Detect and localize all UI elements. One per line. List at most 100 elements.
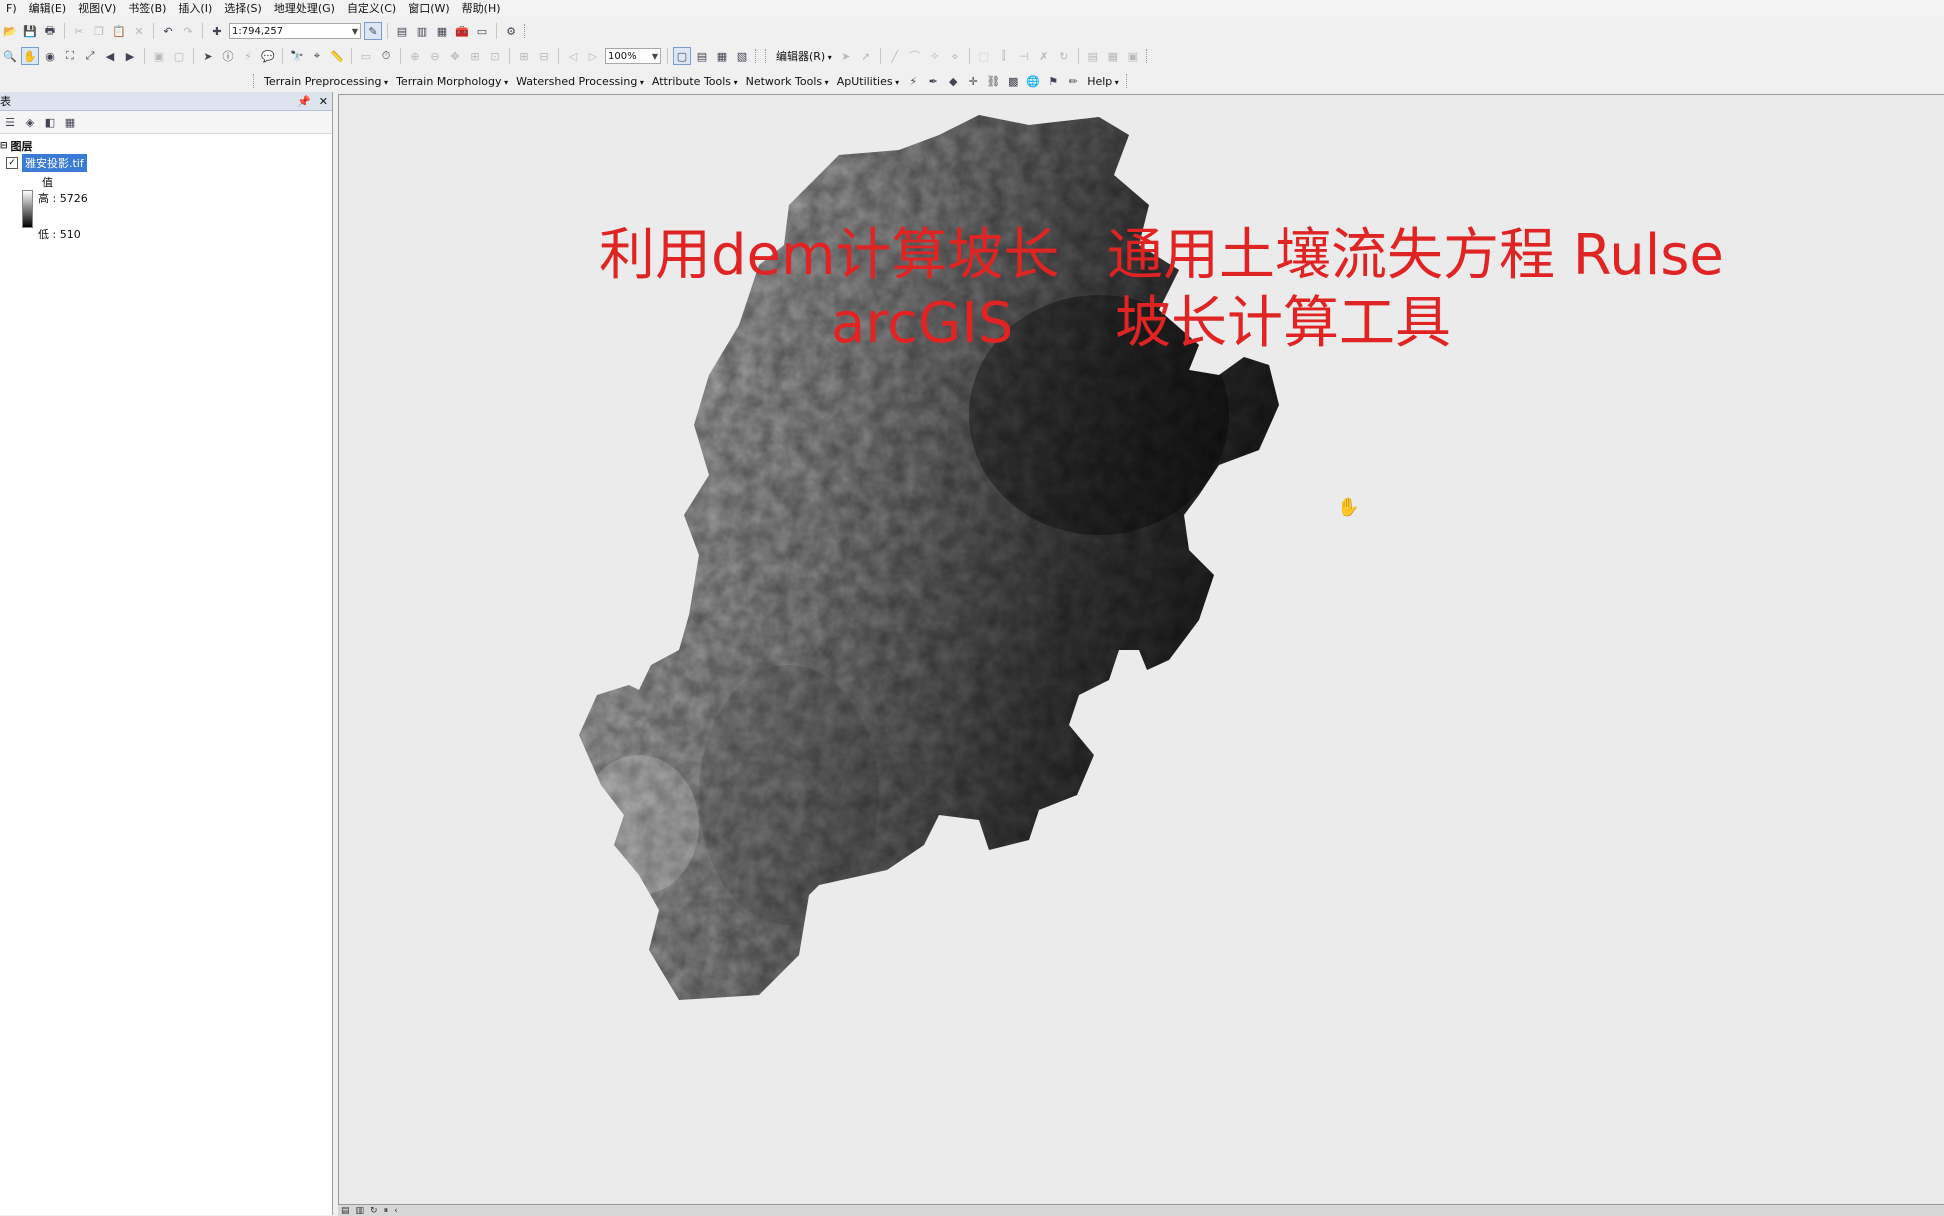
catalog-icon[interactable]: ▥ [413, 22, 431, 40]
python-window-icon[interactable]: ▭ [473, 22, 491, 40]
menu-selection[interactable]: 选择(S) [218, 0, 268, 16]
options-icon[interactable]: ▦ [61, 113, 79, 131]
focus-frame-icon[interactable]: ▤ [693, 47, 711, 65]
menu-insert[interactable]: 插入(I) [172, 0, 218, 16]
layout-back-icon[interactable]: ◁ [564, 47, 582, 65]
change-layout-icon[interactable]: ▦ [713, 47, 731, 65]
layout-pan-icon[interactable]: ✥ [446, 47, 464, 65]
attributes-icon[interactable]: ▤ [1084, 47, 1102, 65]
table-of-contents-icon[interactable]: ▤ [393, 22, 411, 40]
refresh-icon[interactable]: ↻ [367, 1206, 381, 1216]
toolbar-grip[interactable] [765, 49, 769, 63]
attribute-tools-menu[interactable]: Attribute Tools [648, 75, 742, 88]
pencil-icon[interactable]: ✏ [1064, 72, 1082, 90]
fixed-zoom-icon[interactable]: ⤢ [81, 47, 99, 65]
menu-customize[interactable]: 自定义(C) [341, 0, 402, 16]
paste-icon[interactable]: 📋 [110, 22, 128, 40]
hyperlink-icon[interactable]: ⚡ [239, 47, 257, 65]
straight-segment-icon[interactable]: ╱ [886, 47, 904, 65]
toolbar-grip[interactable] [755, 49, 759, 63]
forward-arrow-icon[interactable]: ▶ [121, 47, 139, 65]
crosshair-icon[interactable]: ✛ [964, 72, 982, 90]
search-window-icon[interactable]: ▦ [433, 22, 451, 40]
menu-windows[interactable]: 窗口(W) [402, 0, 455, 16]
zoom-100-icon[interactable]: ⊡ [486, 47, 504, 65]
flow-trace-icon[interactable]: ⚡ [904, 72, 922, 90]
aputilities-menu[interactable]: ApUtilities [833, 75, 903, 88]
cut-polygons-icon[interactable]: ⊣ [1015, 47, 1033, 65]
identify-icon[interactable]: ⓘ [219, 47, 237, 65]
pause-drawing-icon[interactable]: ⏸ [381, 1206, 392, 1216]
menu-geoprocessing[interactable]: 地理处理(G) [268, 0, 341, 16]
layer-name[interactable]: 雅安投影.tif [22, 154, 87, 172]
end-point-arc-icon[interactable]: ⌒ [906, 47, 924, 65]
network-icon[interactable]: ⛓ [984, 72, 1002, 90]
save-icon[interactable]: 💾 [21, 22, 39, 40]
print-icon[interactable]: 🖶 [41, 22, 59, 40]
map-scale-combo[interactable]: 1:794,257 ▼ [229, 23, 361, 39]
terrain-preprocessing-menu[interactable]: Terrain Preprocessing [260, 75, 392, 88]
globe-icon[interactable]: ◉ [41, 47, 59, 65]
globe-icon[interactable]: 🌐 [1024, 72, 1042, 90]
delete-icon[interactable]: ✕ [130, 22, 148, 40]
watershed-processing-menu[interactable]: Watershed Processing [512, 75, 648, 88]
layer-select-icon[interactable]: ▣ [150, 47, 168, 65]
scroll-left-icon[interactable]: ‹ [391, 1206, 401, 1216]
toolbar-grip[interactable] [1145, 49, 1150, 63]
layout-icon[interactable]: ▭ [357, 47, 375, 65]
batch-point-icon[interactable]: ✒ [924, 72, 942, 90]
grid-icon[interactable]: ▩ [1004, 72, 1022, 90]
map-display[interactable]: 利用dem计算坡长 arcGIS 通用土壤流失方程 Rulse 坡长计算工具 ✋ [338, 94, 1944, 1206]
data-view-icon[interactable]: ▤ [338, 1206, 353, 1216]
pin-icon[interactable]: 📌 [297, 95, 311, 108]
menu-view[interactable]: 视图(V) [72, 0, 122, 16]
editor-toolbar-icon[interactable]: ✎ [364, 22, 382, 40]
redo-icon[interactable]: ↷ [179, 22, 197, 40]
select-icon[interactable]: ➤ [199, 47, 217, 65]
list-by-drawing-order-icon[interactable]: ☰ [1, 113, 19, 131]
menu-file[interactable]: F) [0, 2, 23, 15]
edit-tool-icon[interactable]: ➤ [837, 47, 855, 65]
toolbar-grip[interactable] [524, 24, 528, 38]
full-extent-icon[interactable]: ⛶ [61, 47, 79, 65]
menu-bookmarks[interactable]: 书签(B) [122, 0, 172, 16]
split-icon[interactable]: ✗ [1035, 47, 1053, 65]
editor-menu[interactable]: 编辑器(R) [772, 48, 836, 64]
time-slider-icon[interactable]: ⏱ [377, 47, 395, 65]
edit-vertices-icon[interactable]: ⬚ [975, 47, 993, 65]
toolbar-grip[interactable] [1125, 74, 1130, 88]
layout-forward-icon[interactable]: ▷ [584, 47, 602, 65]
list-by-visibility-icon[interactable]: ◧ [41, 113, 59, 131]
undo-icon[interactable]: ↶ [159, 22, 177, 40]
layout-zoom-out-icon[interactable]: ⊖ [426, 47, 444, 65]
add-data-icon[interactable]: ✚ [208, 22, 226, 40]
copy-icon[interactable]: ❐ [90, 22, 108, 40]
point-icon[interactable]: ⋄ [946, 47, 964, 65]
zoom-whole-page-icon[interactable]: ⊞ [466, 47, 484, 65]
menu-help[interactable]: 帮助(H) [456, 0, 507, 16]
list-by-source-icon[interactable]: ◈ [21, 113, 39, 131]
layers-node[interactable]: ⊟ 图层 [0, 138, 33, 154]
pan-icon[interactable]: ✋ [21, 47, 39, 65]
zoom-icon[interactable]: 🔍 [1, 47, 19, 65]
layer-visibility-checkbox[interactable]: ✓ [6, 157, 18, 169]
find-icon[interactable]: 🔭 [288, 47, 306, 65]
point-delineation-icon[interactable]: ◆ [944, 72, 962, 90]
expand-icon[interactable]: ⊟ [0, 141, 8, 151]
layer-row[interactable]: ✓ 雅安投影.tif [6, 154, 87, 172]
sketch-properties-icon[interactable]: ▦ [1104, 47, 1122, 65]
toggle-draft-mode-icon[interactable]: ▢ [673, 47, 691, 65]
measure-icon[interactable]: 📏 [328, 47, 346, 65]
rotate-icon[interactable]: ↻ [1055, 47, 1073, 65]
menu-edit[interactable]: 编辑(E) [23, 0, 73, 16]
layout-view-icon[interactable]: ▥ [353, 1206, 368, 1216]
flag-icon[interactable]: ⚑ [1044, 72, 1062, 90]
reshape-icon[interactable]: ⫿ [995, 47, 1013, 65]
open-icon[interactable]: 📂 [1, 22, 19, 40]
html-popup-icon[interactable]: 💬 [259, 47, 277, 65]
network-tools-menu[interactable]: Network Tools [742, 75, 833, 88]
toolbar-grip[interactable] [253, 74, 257, 88]
trace-icon[interactable]: ⟡ [926, 47, 944, 65]
goto-xy-icon[interactable]: ⌖ [308, 47, 326, 65]
layout-fixed-out-icon[interactable]: ⊟ [535, 47, 553, 65]
